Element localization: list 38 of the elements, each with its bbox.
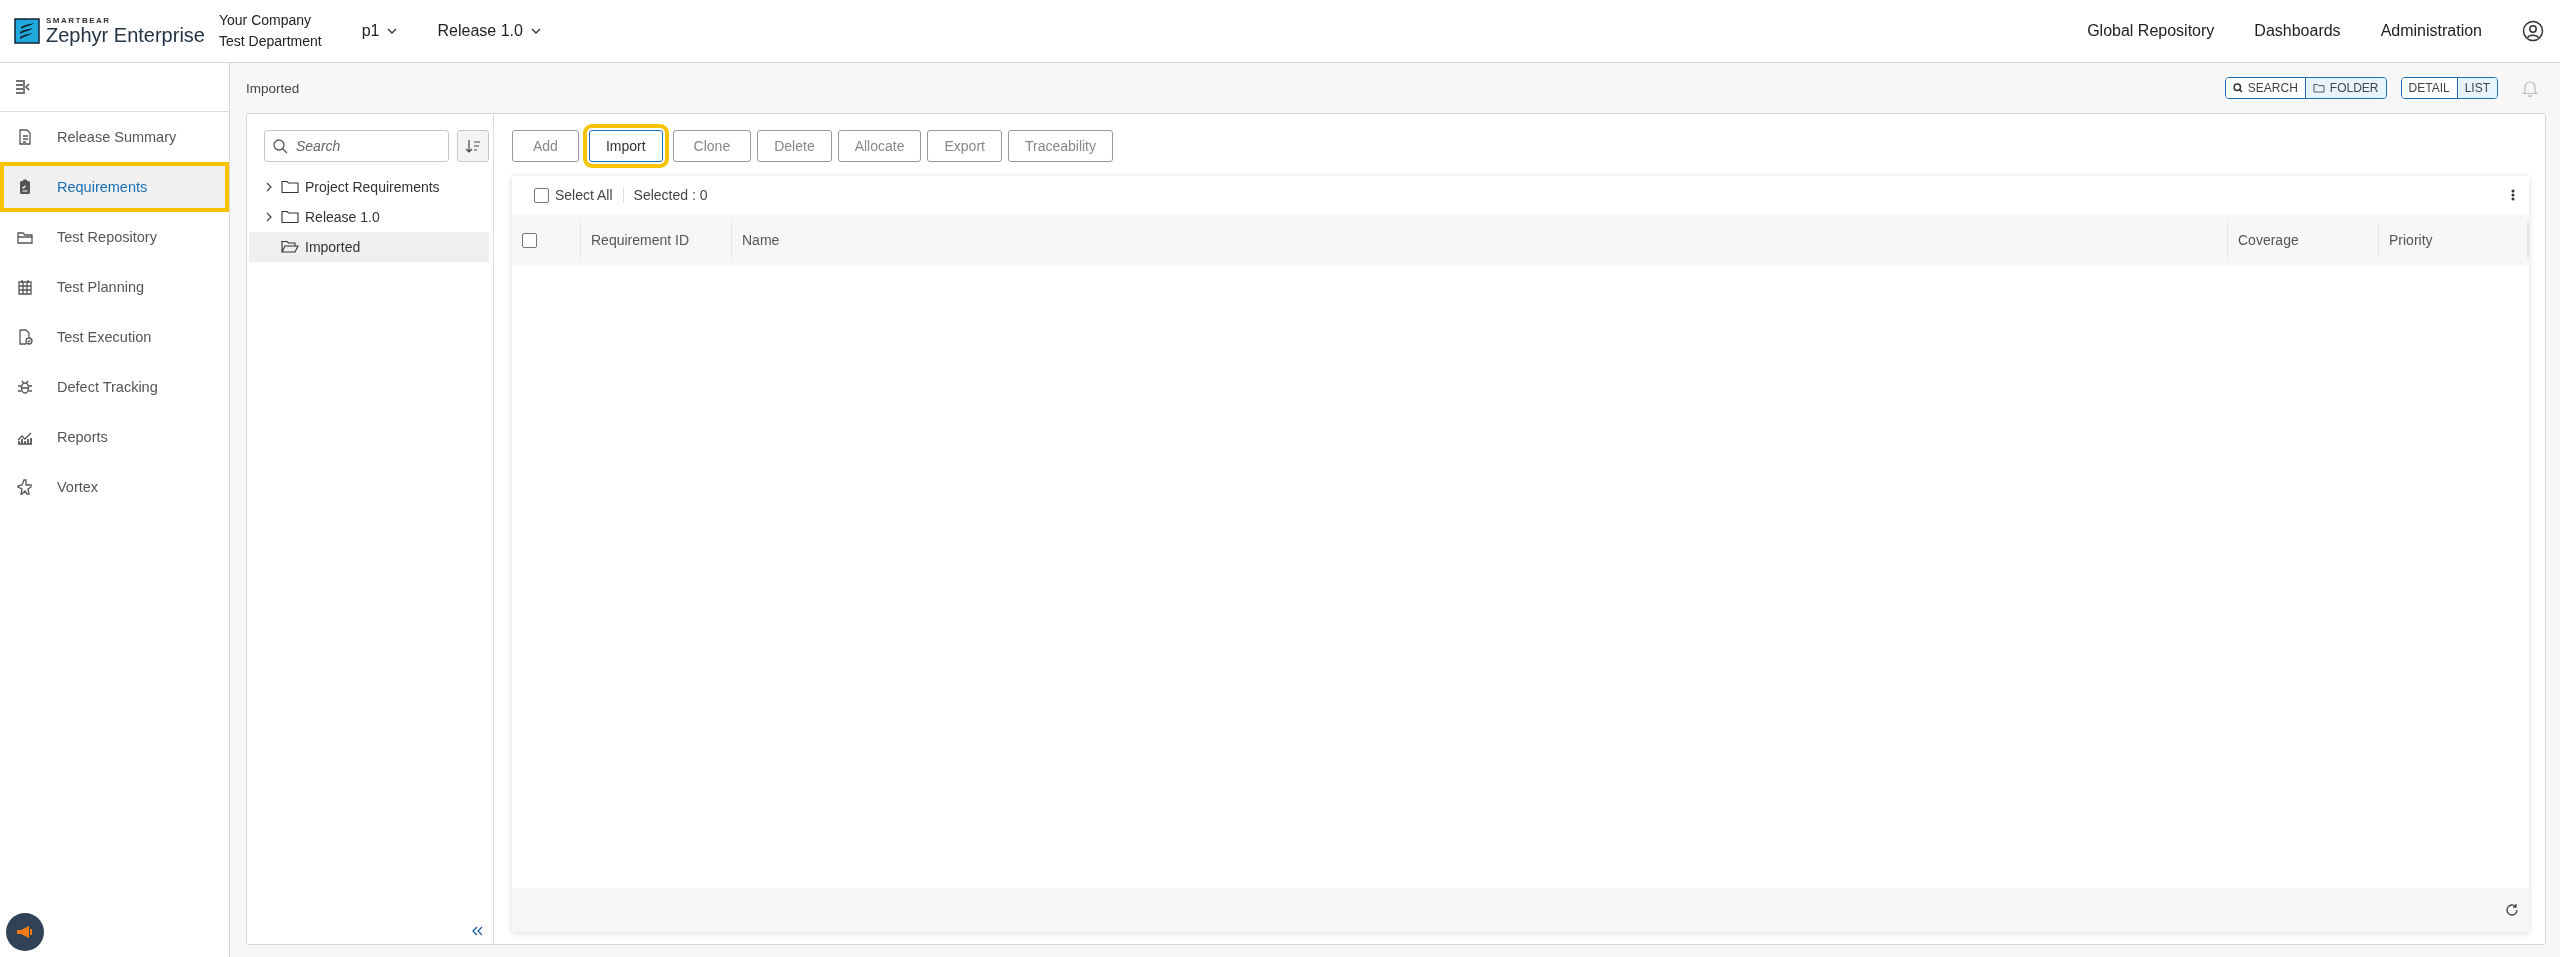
select-all-checkbox[interactable]: Select All: [534, 187, 624, 203]
project-dropdown[interactable]: p1: [361, 22, 398, 40]
sidebar-item[interactable]: Defect Tracking: [0, 362, 229, 412]
column-header[interactable]: Priority: [2379, 222, 2528, 258]
column-header[interactable]: Name: [732, 222, 2228, 258]
tree-item[interactable]: Project Requirements: [249, 172, 489, 202]
view-toggle[interactable]: DETAIL: [2401, 78, 2457, 98]
logo-name: Zephyr Enterprise: [46, 25, 205, 45]
view-toggle[interactable]: FOLDER: [2304, 78, 2386, 98]
toolbar-button[interactable]: Export: [927, 130, 1002, 162]
tree-item[interactable]: Imported: [249, 232, 489, 262]
view-toggle[interactable]: SEARCH: [2225, 78, 2305, 98]
selected-count: Selected : 0: [633, 187, 708, 203]
nav-link[interactable]: Global Repository: [2087, 22, 2215, 40]
sidebar-item[interactable]: Reports: [0, 412, 229, 462]
sidebar-item[interactable]: Test Repository: [0, 212, 229, 262]
department-name: Test Department: [218, 32, 322, 51]
sidebar-item[interactable]: Test Planning: [0, 262, 229, 312]
breadcrumb: Imported: [246, 80, 300, 96]
toolbar-button[interactable]: Delete: [757, 130, 832, 162]
sidebar-item[interactable]: Test Execution: [0, 312, 229, 362]
view-toggle[interactable]: LIST: [2456, 78, 2497, 98]
release-dropdown[interactable]: Release 1.0: [437, 22, 541, 40]
sidebar-item[interactable]: Requirements: [0, 162, 229, 212]
column-header[interactable]: Coverage: [2228, 222, 2379, 258]
toolbar-button[interactable]: Allocate: [837, 130, 922, 162]
toolbar-button[interactable]: Add: [512, 130, 579, 162]
sidebar-item[interactable]: Release Summary: [0, 112, 229, 162]
toolbar-button[interactable]: Clone: [672, 130, 752, 162]
toolbar-button[interactable]: Traceability: [1007, 130, 1113, 162]
tree-item[interactable]: Release 1.0: [249, 202, 489, 232]
sidebar-item[interactable]: Vortex: [0, 462, 229, 512]
search-field[interactable]: Search: [264, 130, 449, 162]
nav-link[interactable]: Dashboards: [2254, 22, 2341, 40]
logo-brand: SMARTBEAR: [46, 17, 112, 25]
column-header[interactable]: Requirement ID: [581, 222, 732, 258]
nav-link[interactable]: Administration: [2380, 22, 2482, 40]
company-name: Your Company: [218, 11, 313, 30]
